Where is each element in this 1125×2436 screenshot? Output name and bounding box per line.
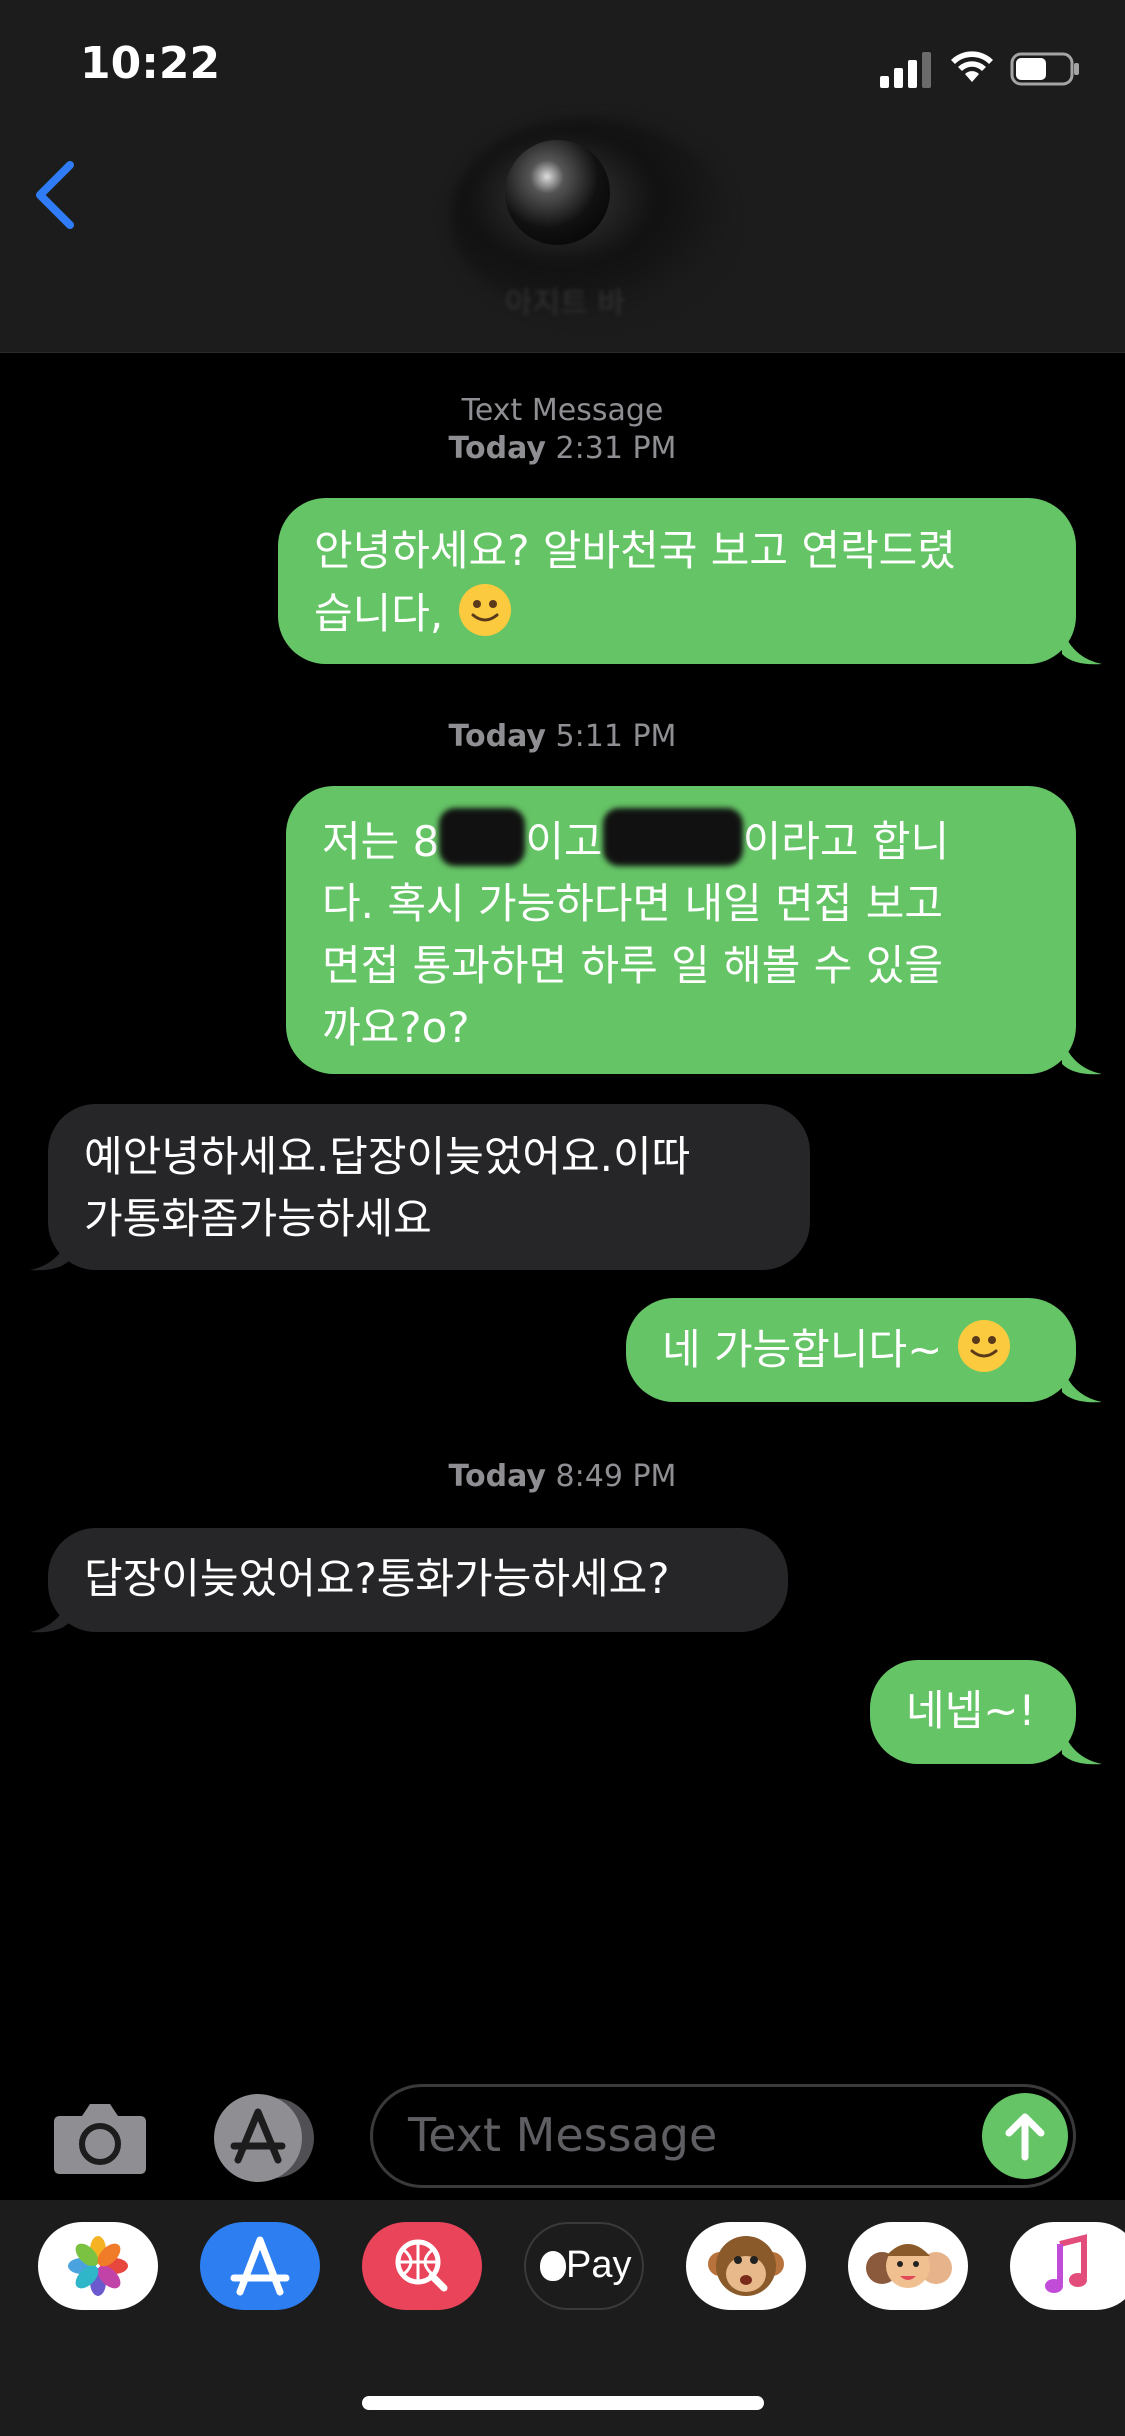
- received-message-bubble[interactable]: 예안녕하세요.답장이늦었어요.이따 가통화좀가능하세요: [48, 1104, 810, 1270]
- timestamp: Today 2:31 PM: [0, 430, 1125, 468]
- message-line: 면접 통과하면 하루 일 해볼 수 있을: [322, 941, 944, 990]
- timestamp-time: 8:49 PM: [555, 1459, 677, 1494]
- timestamp: Today 8:49 PM: [0, 1458, 1125, 1496]
- message-text: 이고: [525, 817, 603, 866]
- home-indicator[interactable]: [362, 2396, 764, 2410]
- apple-pay-label: Pay: [540, 2244, 631, 2287]
- message-text: 답장이늦었어요?통화가능하세요?: [84, 1554, 670, 1603]
- contact-name[interactable]: 아지트 바: [420, 278, 710, 322]
- bubble-tail: [1062, 628, 1102, 665]
- cellular-signal-icon: [880, 52, 932, 88]
- bubble-tail: [30, 1596, 70, 1633]
- sent-message-bubble[interactable]: 네 가능합니다~: [626, 1298, 1076, 1402]
- message-text: 네 가능합니다~: [662, 1325, 943, 1374]
- message-text: 저는 8: [322, 817, 440, 866]
- message-line: 예안녕하세요.답장이늦었어요.이따: [84, 1132, 691, 1181]
- bubble-tail: [1062, 1038, 1102, 1075]
- app-store-apps-icon[interactable]: [208, 2090, 320, 2186]
- sent-message-bubble[interactable]: 저는 8 이고 이라고 합니 다. 혹시 가능하다면 내일 면접 보고 면접 통과하…: [286, 786, 1076, 1074]
- message-line: 안녕하세요? 알바천국 보고 연락드렸: [314, 526, 956, 575]
- message-input-placeholder: Text Message: [408, 2108, 718, 2162]
- animoji-icon[interactable]: [686, 2222, 806, 2310]
- message-line: 까요?o?: [322, 1003, 470, 1052]
- status-time: 10:22: [80, 38, 221, 89]
- redacted-text: [439, 808, 526, 866]
- wifi-icon: [951, 51, 993, 82]
- sent-message-bubble[interactable]: 네넵~!: [870, 1660, 1076, 1764]
- sent-message-bubble[interactable]: 안녕하세요? 알바천국 보고 연락드렸 습니다,: [278, 498, 1076, 664]
- message-text: 네넵~!: [906, 1686, 1036, 1735]
- music-icon[interactable]: [1010, 2222, 1125, 2310]
- send-button[interactable]: [982, 2093, 1068, 2179]
- redacted-text: [602, 808, 743, 866]
- timestamp-time: 5:11 PM: [555, 719, 677, 754]
- slightly-smiling-face-emoji: [957, 1320, 1010, 1372]
- music-note-icon: [1045, 2234, 1087, 2293]
- message-service-label: Text Message: [461, 393, 664, 428]
- up-arrow-icon: [1005, 2113, 1045, 2161]
- bubble-tail: [1062, 1366, 1102, 1403]
- message-line: 가통화좀가능하세요: [84, 1194, 432, 1243]
- monkey-face-icon: [708, 2236, 784, 2296]
- app-store-icon[interactable]: [200, 2222, 320, 2310]
- memoji-faces-icon: [866, 2244, 952, 2288]
- back-chevron-icon[interactable]: [30, 155, 80, 235]
- photos-flower-icon: [68, 2236, 128, 2296]
- bubble-tail: [1062, 1728, 1102, 1765]
- timestamp-day: Today: [448, 719, 546, 754]
- contact-avatar[interactable]: [505, 140, 610, 245]
- apple-logo-icon: [540, 2251, 566, 2281]
- message-line: 저는 8 이고 이라고 합니: [322, 808, 1040, 873]
- globe-search-icon: [395, 2239, 448, 2292]
- memoji-icon[interactable]: [848, 2222, 968, 2310]
- web-search-icon[interactable]: [362, 2222, 482, 2310]
- battery-icon: [1010, 52, 1079, 86]
- timestamp: Today 5:11 PM: [0, 718, 1125, 756]
- message-line: 습니다,: [314, 582, 1040, 645]
- timestamp-day: Today: [448, 431, 546, 466]
- message-line: 습니다,: [314, 589, 444, 638]
- message-text: 이라고 합니: [742, 817, 950, 866]
- slightly-smiling-face-emoji: [458, 584, 511, 636]
- timestamp-day: Today: [448, 1459, 546, 1494]
- timestamp-time: 2:31 PM: [555, 431, 677, 466]
- message-line: 다. 혹시 가능하다면 내일 면접 보고: [322, 879, 944, 928]
- apple-pay-text: Pay: [566, 2244, 632, 2286]
- received-message-bubble[interactable]: 답장이늦었어요?통화가능하세요?: [48, 1528, 788, 1632]
- apple-pay-icon[interactable]: Pay: [524, 2222, 644, 2310]
- camera-icon[interactable]: [52, 2100, 148, 2176]
- app-store-glyph-icon: [230, 2236, 290, 2296]
- bubble-tail: [30, 1234, 70, 1271]
- photos-icon[interactable]: [38, 2222, 158, 2310]
